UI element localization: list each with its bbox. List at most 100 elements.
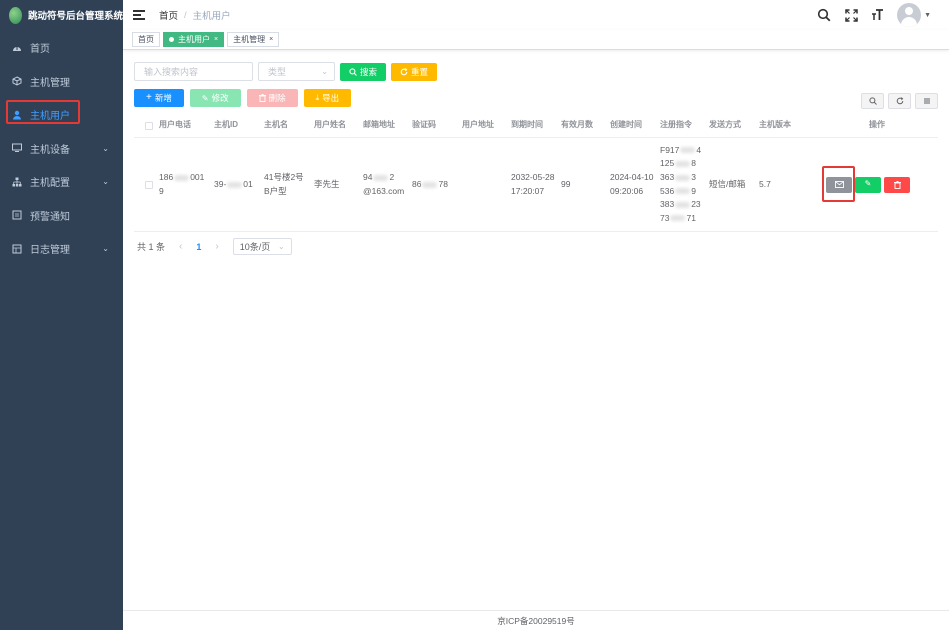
cmd-line: 383 23 [660, 198, 706, 212]
sidebar-item-alerts[interactable]: 预警通知 [0, 199, 123, 233]
host-name-line2: B户型 [264, 185, 287, 196]
pagination: 共 1 条 ‹ 1 › 10条/页 ⌄ [137, 238, 292, 255]
cmd-prefix: F917 [660, 144, 680, 155]
search-icon[interactable] [816, 7, 832, 23]
cmd-suffix: 23 [691, 199, 701, 210]
cell-code: 86 78 [409, 178, 459, 191]
redacted-mask [422, 181, 438, 188]
icp-record[interactable]: 京ICP备20029519号 [497, 615, 575, 627]
redacted-mask [675, 188, 691, 195]
cell-email: 94 2 @163.com [360, 171, 409, 197]
sidebar-item-label: 主机用户 [30, 111, 70, 123]
row-checkbox[interactable] [145, 180, 153, 189]
action-toolbar: + 新增 ✎ 修改 删除 ⤓ 导出 [134, 89, 352, 107]
edit-icon: ✎ [201, 93, 209, 103]
sidebar-item-logs[interactable]: 日志管理 ⌄ [0, 232, 123, 266]
redacted-mask [670, 215, 686, 222]
sidebar-item-host-management[interactable]: 主机管理 [0, 65, 123, 99]
sidebar-item-home[interactable]: 首页 [0, 31, 123, 65]
export-button[interactable]: ⤓ 导出 [303, 89, 352, 107]
sidebar-item-host-config[interactable]: 主机配置 ⌄ [0, 165, 123, 199]
cmd-line: F917 4 [660, 144, 706, 158]
redacted-mask [675, 174, 691, 181]
cube-icon [12, 76, 22, 86]
font-size-icon[interactable] [870, 7, 886, 23]
avatar[interactable] [897, 3, 922, 27]
chevron-down-icon: ⌄ [102, 177, 109, 187]
page-number[interactable]: 1 [196, 242, 201, 252]
type-select[interactable]: 类型 ⌄ [258, 62, 335, 81]
active-dot-icon [169, 37, 174, 42]
close-icon[interactable]: × [214, 36, 218, 43]
users-table: 用户电话 主机ID 主机名 用户姓名 邮箱地址 验证码 用户地址 到期时间 有效… [134, 114, 938, 232]
columns-button[interactable] [915, 93, 938, 109]
tag-home[interactable]: 首页 [132, 32, 160, 47]
reset-button[interactable]: 重置 [391, 62, 438, 81]
hamburger-icon[interactable] [133, 10, 145, 20]
cell-host-id: 39- 01 [211, 178, 261, 191]
send-message-button[interactable] [826, 176, 852, 193]
cell-phone: 186 001 9 [156, 171, 211, 197]
refresh-icon [896, 97, 903, 105]
breadcrumb: 首页 / 主机用户 [159, 8, 231, 23]
sidebar-item-label: 主机配置 [30, 178, 70, 190]
delete-row-button[interactable] [884, 176, 910, 193]
edit-button-label: 修改 [211, 93, 229, 103]
search-button[interactable]: 搜索 [340, 62, 387, 81]
col-header: 操作 [869, 120, 885, 130]
tag-label: 主机用户 [178, 35, 210, 44]
tag-label: 主机管理 [233, 35, 266, 44]
delete-button[interactable]: 删除 [246, 89, 298, 107]
add-button[interactable]: + 新增 [134, 89, 184, 107]
tag-host-users[interactable]: 主机用户 × [163, 32, 225, 47]
cmd-prefix: 73 [660, 212, 670, 223]
prev-page-button[interactable]: ‹ [179, 241, 182, 252]
cmd-prefix: 383 [660, 199, 675, 210]
toggle-search-button[interactable] [861, 93, 884, 109]
add-button-label: 新增 [154, 93, 172, 103]
tag-host-management[interactable]: 主机管理 × [227, 32, 280, 47]
sidebar-item-label: 首页 [30, 44, 50, 56]
caret-down-icon[interactable]: ▼ [924, 12, 931, 19]
redacted-mask [680, 147, 696, 154]
sidebar-item-host-users[interactable]: 主机用户 [0, 98, 123, 132]
logo-icon [9, 6, 22, 24]
col-header: 用户电话 [159, 120, 191, 130]
col-header: 发送方式 [709, 120, 741, 130]
page-size-select[interactable]: 10条/页 ⌄ [232, 238, 292, 255]
search-placeholder: 输入搜索内容 [144, 67, 199, 77]
col-header: 用户地址 [462, 120, 494, 130]
cell-user-name: 李先生 [314, 178, 340, 189]
type-placeholder: 类型 [268, 67, 287, 77]
refresh-button[interactable] [888, 93, 911, 109]
col-header: 注册指令 [660, 120, 692, 130]
edit-row-button[interactable]: ✎ [855, 176, 881, 193]
phone-suffix: 001 [190, 172, 205, 183]
tag-label: 首页 [138, 35, 154, 44]
log-icon [12, 244, 22, 254]
cmd-suffix: 3 [691, 171, 696, 182]
col-header: 主机版本 [759, 120, 791, 130]
created-time: 09:20:06 [610, 185, 644, 196]
cell-host-name: 41号楼2号 B户型 [261, 171, 311, 197]
next-page-button[interactable]: › [215, 241, 218, 252]
footer: 京ICP备20029519号 [123, 610, 949, 630]
select-all-checkbox[interactable] [145, 121, 153, 130]
fullscreen-icon[interactable] [843, 7, 859, 23]
plus-icon: + [146, 92, 152, 103]
sidebar-item-label: 主机管理 [30, 77, 70, 89]
search-icon [349, 67, 357, 76]
cmd-suffix: 71 [686, 212, 696, 223]
sidebar-item-host-devices[interactable]: 主机设备 ⌄ [0, 132, 123, 166]
email-domain: @163.com [363, 185, 405, 196]
search-icon [868, 97, 877, 105]
cmd-suffix: 8 [691, 158, 696, 169]
logo-bar[interactable]: 跳动符号后台管理系统 [0, 0, 123, 30]
breadcrumb-separator: / [184, 9, 187, 21]
phone-line2: 9 [159, 185, 164, 196]
edit-button[interactable]: ✎ 修改 [189, 89, 241, 107]
chevron-down-icon: ⌄ [278, 242, 285, 251]
breadcrumb-home[interactable]: 首页 [159, 8, 178, 22]
search-input[interactable]: 输入搜索内容 [134, 62, 253, 81]
close-icon[interactable]: × [269, 36, 273, 43]
